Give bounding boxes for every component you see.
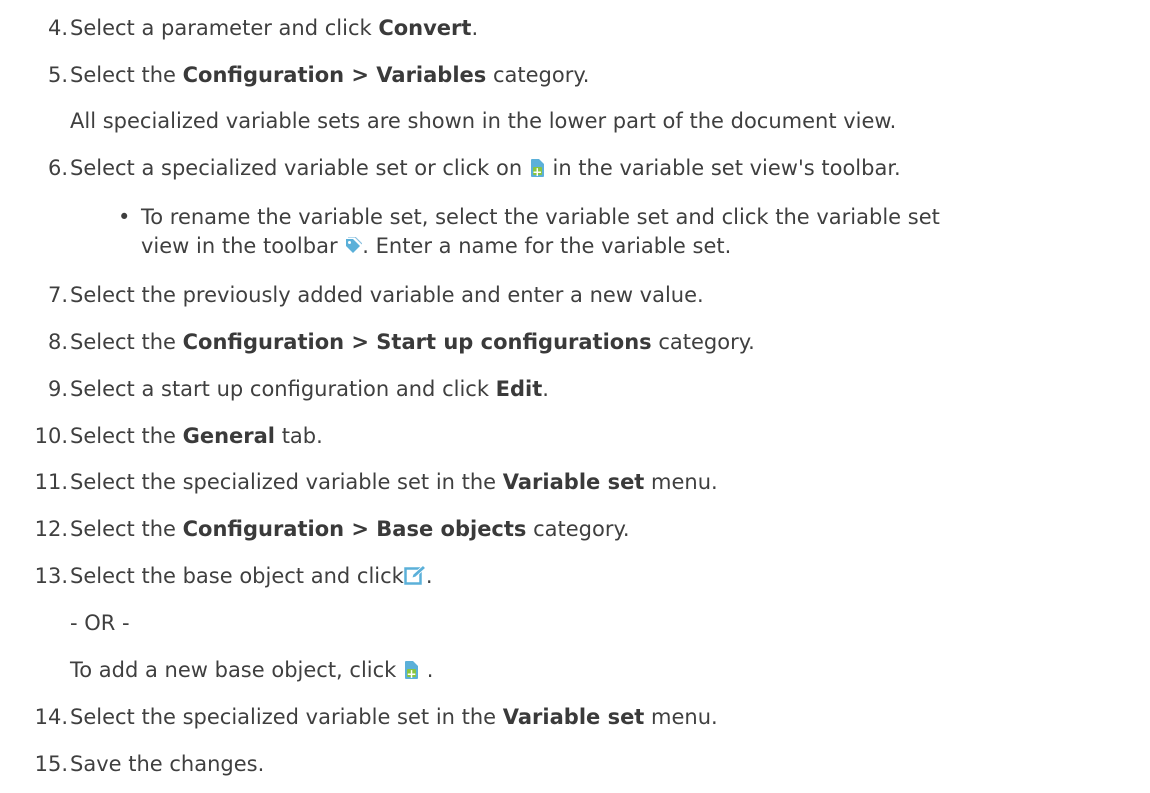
- ui-term: General: [182, 424, 276, 448]
- add-document-icon[interactable]: [405, 661, 419, 680]
- step-text: Select the: [70, 424, 183, 448]
- step-number: 6.: [47, 156, 68, 180]
- step-text: To add a new base object, click: [70, 658, 404, 682]
- ui-term: Variable set: [502, 470, 645, 494]
- substep-text-line-2: view in the toolbar: [141, 234, 345, 258]
- step-number: 4.: [47, 16, 68, 40]
- step-text: Select the: [70, 330, 183, 354]
- step-number: 8.: [47, 330, 68, 354]
- tag-rename-icon[interactable]: [344, 234, 363, 253]
- step-text: Select the previously added variable and…: [70, 283, 704, 307]
- alternative-step: To add a new base object, click .: [70, 656, 433, 684]
- or-separator: - OR -: [70, 611, 130, 635]
- substep-text-line-1: To rename the variable set, select the v…: [141, 205, 940, 229]
- step-number: 14.: [34, 705, 68, 729]
- step-note: All specialized variable sets are shown …: [70, 109, 897, 133]
- step-number: 15.: [34, 752, 68, 776]
- step-number: 13.: [34, 564, 68, 588]
- step-text: Select the specialized variable set in t…: [70, 470, 503, 494]
- step-number: 9.: [47, 377, 68, 401]
- add-document-icon[interactable]: [530, 159, 544, 178]
- step-number: 10.: [34, 424, 68, 448]
- step-text: Select the base object and click: [70, 564, 404, 588]
- step-text: Select the: [70, 63, 183, 87]
- ui-term: Configuration > Start up configurations: [182, 330, 652, 354]
- step-number: 7.: [47, 283, 68, 307]
- ui-term: Edit: [495, 377, 543, 401]
- step-text: Select a specialized variable set or cli…: [70, 156, 529, 180]
- ui-term: Configuration > Variables: [182, 63, 487, 87]
- step-text: Select a parameter and click: [70, 16, 379, 40]
- document-page: 4. Select a parameter and click Convert.…: [0, 0, 1150, 793]
- step-number: 12.: [34, 517, 68, 541]
- step-text: Save the changes.: [70, 752, 265, 776]
- bullet-point: •: [118, 205, 131, 229]
- ui-term: Convert: [378, 16, 472, 40]
- ui-term: Configuration > Base objects: [182, 517, 527, 541]
- step-number: 11.: [34, 470, 68, 494]
- ui-term: Variable set: [502, 705, 645, 729]
- step-number: 5.: [47, 63, 68, 87]
- step-text: Select a start up configuration and clic…: [70, 377, 496, 401]
- step-text: Select the specialized variable set in t…: [70, 705, 503, 729]
- step-text: Select the: [70, 517, 183, 541]
- edit-icon[interactable]: [404, 564, 426, 585]
